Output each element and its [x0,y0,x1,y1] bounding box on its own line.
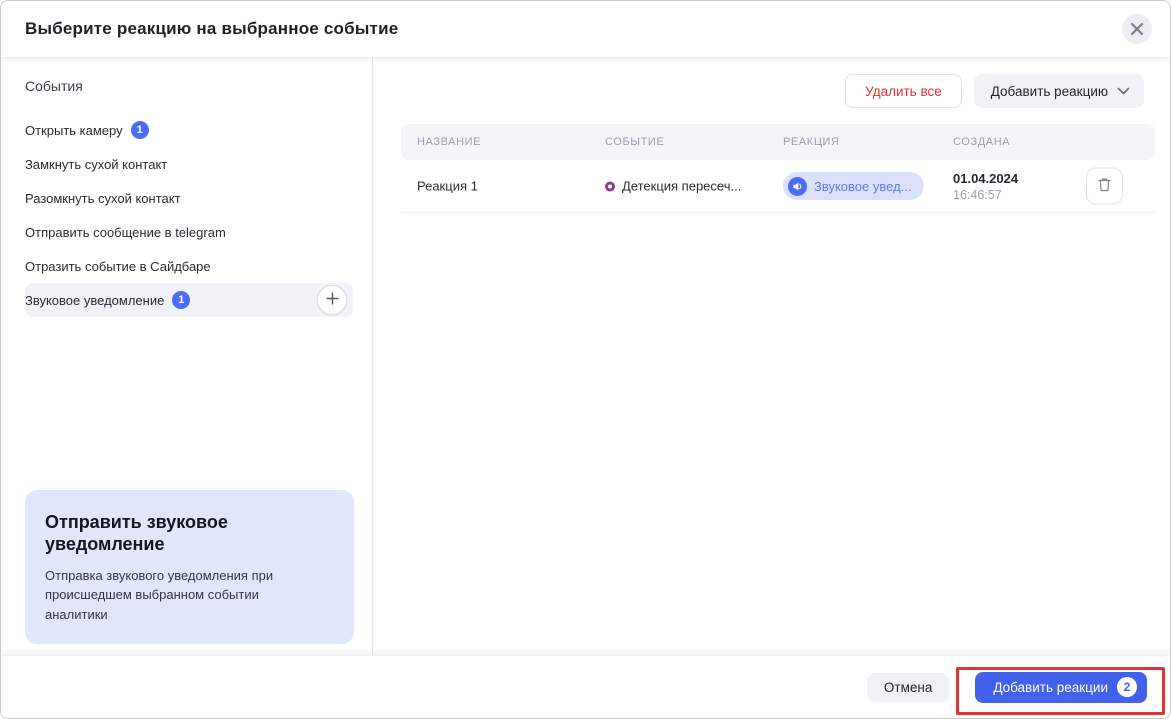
dialog-body: События Открыть камеру 1 Замкнуть сухой … [1,58,1170,655]
column-header-reaction: РЕАКЦИЯ [783,136,840,148]
reaction-created-cell: 01.04.2024 16:46:57 [953,170,1018,202]
dialog-header: Выберите реакцию на выбранное событие [1,1,1170,58]
close-button[interactable] [1122,14,1152,44]
add-reactions-button[interactable]: Добавить реакции 2 [975,671,1147,703]
add-reactions-count-badge: 2 [1117,677,1137,697]
add-reaction-dropdown-button[interactable]: Добавить реакцию [973,74,1144,108]
table-header-row: НАЗВАНИЕ СОБЫТИЕ РЕАКЦИЯ СОЗДАНА [401,124,1155,160]
reaction-event-cell: Детекция пересеч... [605,179,741,194]
reaction-dialog: Выберите реакцию на выбранное событие Со… [0,0,1171,719]
info-box-description: Отправка звукового уведомления при проис… [45,567,274,622]
column-header-event: СОБЫТИЕ [605,136,665,148]
reaction-type-cell: Звуковое увед... [783,172,924,200]
count-badge: 1 [172,291,191,309]
sidebar-item-sound-notification[interactable]: Звуковое уведомление 1 [25,283,353,317]
sidebar-item-show-in-sidebar[interactable]: Отразить событие в Сайдбаре [25,249,353,283]
sidebar-item-send-telegram[interactable]: Отправить сообщение в telegram [25,215,353,249]
close-icon [1130,22,1144,36]
add-reactions-label: Добавить реакции [993,679,1108,695]
events-sidebar: События Открыть камеру 1 Замкнуть сухой … [1,58,373,655]
reaction-name-cell: Реакция 1 [417,178,478,194]
dialog-footer: Отмена Добавить реакции 2 [1,655,1170,718]
count-badge: 1 [130,121,149,139]
sidebar-item-label: Звуковое уведомление [25,292,165,308]
table-row: Реакция 1 Детекция пересеч... Звуковое у… [401,160,1155,213]
cancel-button[interactable]: Отмена [866,672,950,702]
sound-notification-icon [788,176,807,196]
sidebar-item-label: Разомкнуть сухой контакт [25,190,181,206]
column-header-name: НАЗВАНИЕ [417,136,482,148]
event-ring-icon [605,181,615,191]
add-reaction-dropdown-label: Добавить реакцию [990,83,1108,99]
created-date: 01.04.2024 [953,171,1019,187]
reaction-pill: Звуковое увед... [783,172,924,200]
sidebar-item-open-camera[interactable]: Открыть камеру 1 [25,113,353,147]
column-header-created: СОЗДАНА [953,136,1011,148]
event-info-box: Отправить звуковое уведомление Отправка … [25,489,354,644]
sidebar-item-label: Открыть камеру [25,122,123,138]
reaction-pill-label: Звуковое увед... [814,178,912,194]
created-time: 16:46:57 [953,187,1002,202]
sidebar-item-label: Замкнуть сухой контакт [25,156,168,172]
reactions-table: НАЗВАНИЕ СОБЫТИЕ РЕАКЦИЯ СОЗДАНА Реакция… [401,124,1155,213]
delete-reaction-button[interactable] [1086,167,1123,205]
sidebar-header: События [25,78,83,94]
info-box-title: Отправить звуковое уведомление [45,511,228,554]
trash-icon [1097,177,1112,196]
sidebar-item-label: Отразить событие в Сайдбаре [25,258,211,274]
sidebar-item-label: Отправить сообщение в telegram [25,224,226,240]
add-event-button[interactable] [317,285,347,315]
chevron-down-icon [1117,84,1130,99]
sidebar-item-open-dry-contact[interactable]: Разомкнуть сухой контакт [25,181,353,215]
reactions-panel: Удалить все Добавить реакцию НАЗВАНИЕ СО… [373,58,1170,655]
sidebar-item-close-dry-contact[interactable]: Замкнуть сухой контакт [25,147,353,181]
plus-icon [325,291,340,309]
delete-all-button[interactable]: Удалить все [845,74,962,108]
reactions-toolbar: Удалить все Добавить реакцию [401,74,1155,108]
event-name: Детекция пересеч... [622,178,742,194]
dialog-title: Выберите реакцию на выбранное событие [25,19,399,38]
